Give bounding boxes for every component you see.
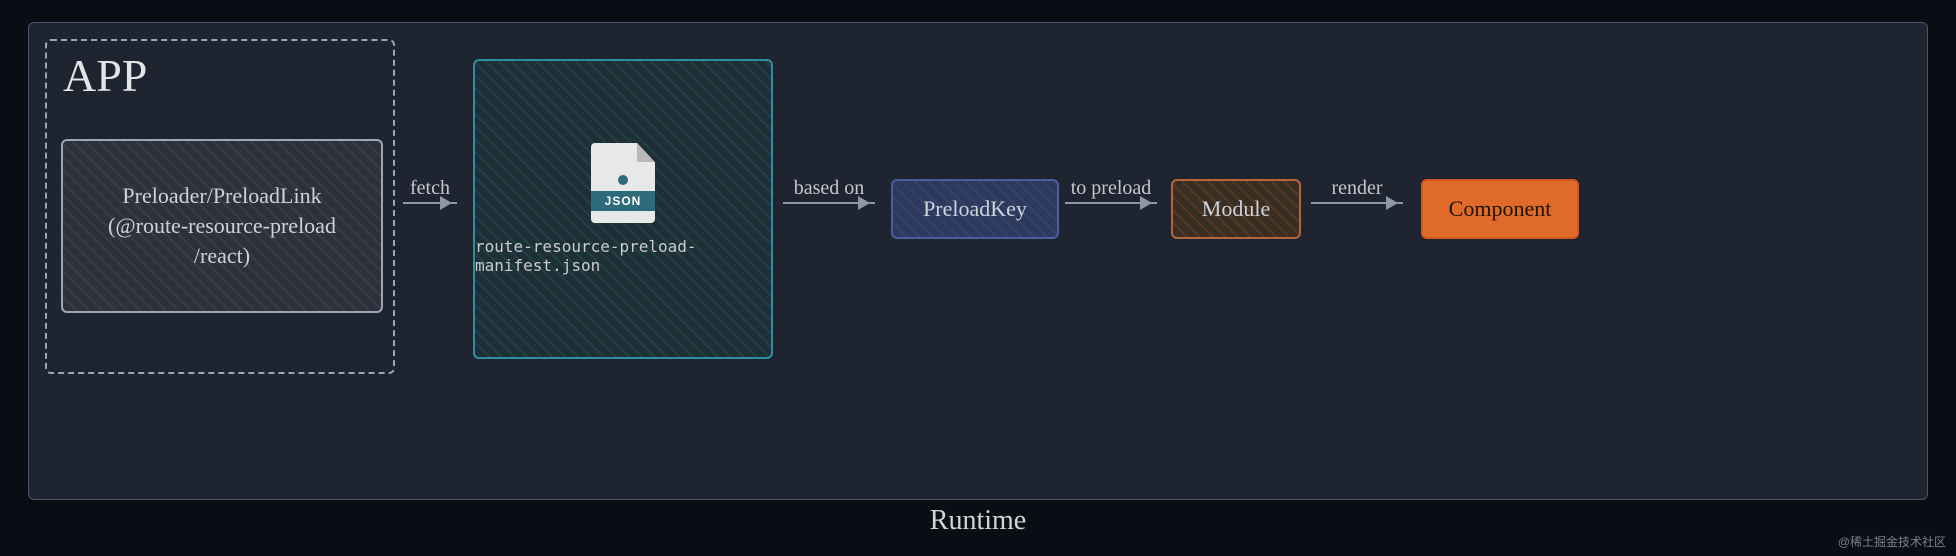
arrow-line bbox=[403, 202, 457, 204]
arrow-line bbox=[1065, 202, 1157, 204]
app-group: APP Preloader/PreloadLink (@route-resour… bbox=[45, 39, 395, 374]
arrow-fetch: fetch bbox=[403, 177, 457, 204]
json-file-icon: JSON bbox=[591, 143, 655, 223]
arrow-label: based on bbox=[794, 177, 865, 200]
module-label: Module bbox=[1202, 196, 1270, 222]
arrow-line bbox=[783, 202, 875, 204]
runtime-panel: APP Preloader/PreloadLink (@route-resour… bbox=[28, 22, 1928, 500]
preloader-box: Preloader/PreloadLink (@route-resource-p… bbox=[61, 139, 383, 313]
component-box: Component bbox=[1421, 179, 1579, 239]
watermark: @稀土掘金技术社区 bbox=[1838, 533, 1946, 550]
arrow-based-on: based on bbox=[783, 177, 875, 204]
preloader-line: /react) bbox=[71, 241, 373, 271]
arrow-line bbox=[1311, 202, 1403, 204]
app-title: APP bbox=[63, 49, 377, 102]
preloader-line: (@route-resource-preload bbox=[71, 211, 373, 241]
arrow-render: render bbox=[1311, 177, 1403, 204]
component-label: Component bbox=[1449, 196, 1552, 222]
manifest-filename: route-resource-preload-manifest.json bbox=[475, 237, 771, 275]
preloader-line: Preloader/PreloadLink bbox=[71, 181, 373, 211]
preloadkey-label: PreloadKey bbox=[923, 196, 1027, 222]
arrow-to-preload: to preload bbox=[1065, 177, 1157, 204]
module-box: Module bbox=[1171, 179, 1301, 239]
preloadkey-box: PreloadKey bbox=[891, 179, 1059, 239]
json-icon-label: JSON bbox=[591, 191, 655, 211]
arrow-label: render bbox=[1331, 177, 1382, 200]
manifest-box: JSON route-resource-preload-manifest.jso… bbox=[473, 59, 773, 359]
panel-title: Runtime bbox=[29, 505, 1927, 537]
